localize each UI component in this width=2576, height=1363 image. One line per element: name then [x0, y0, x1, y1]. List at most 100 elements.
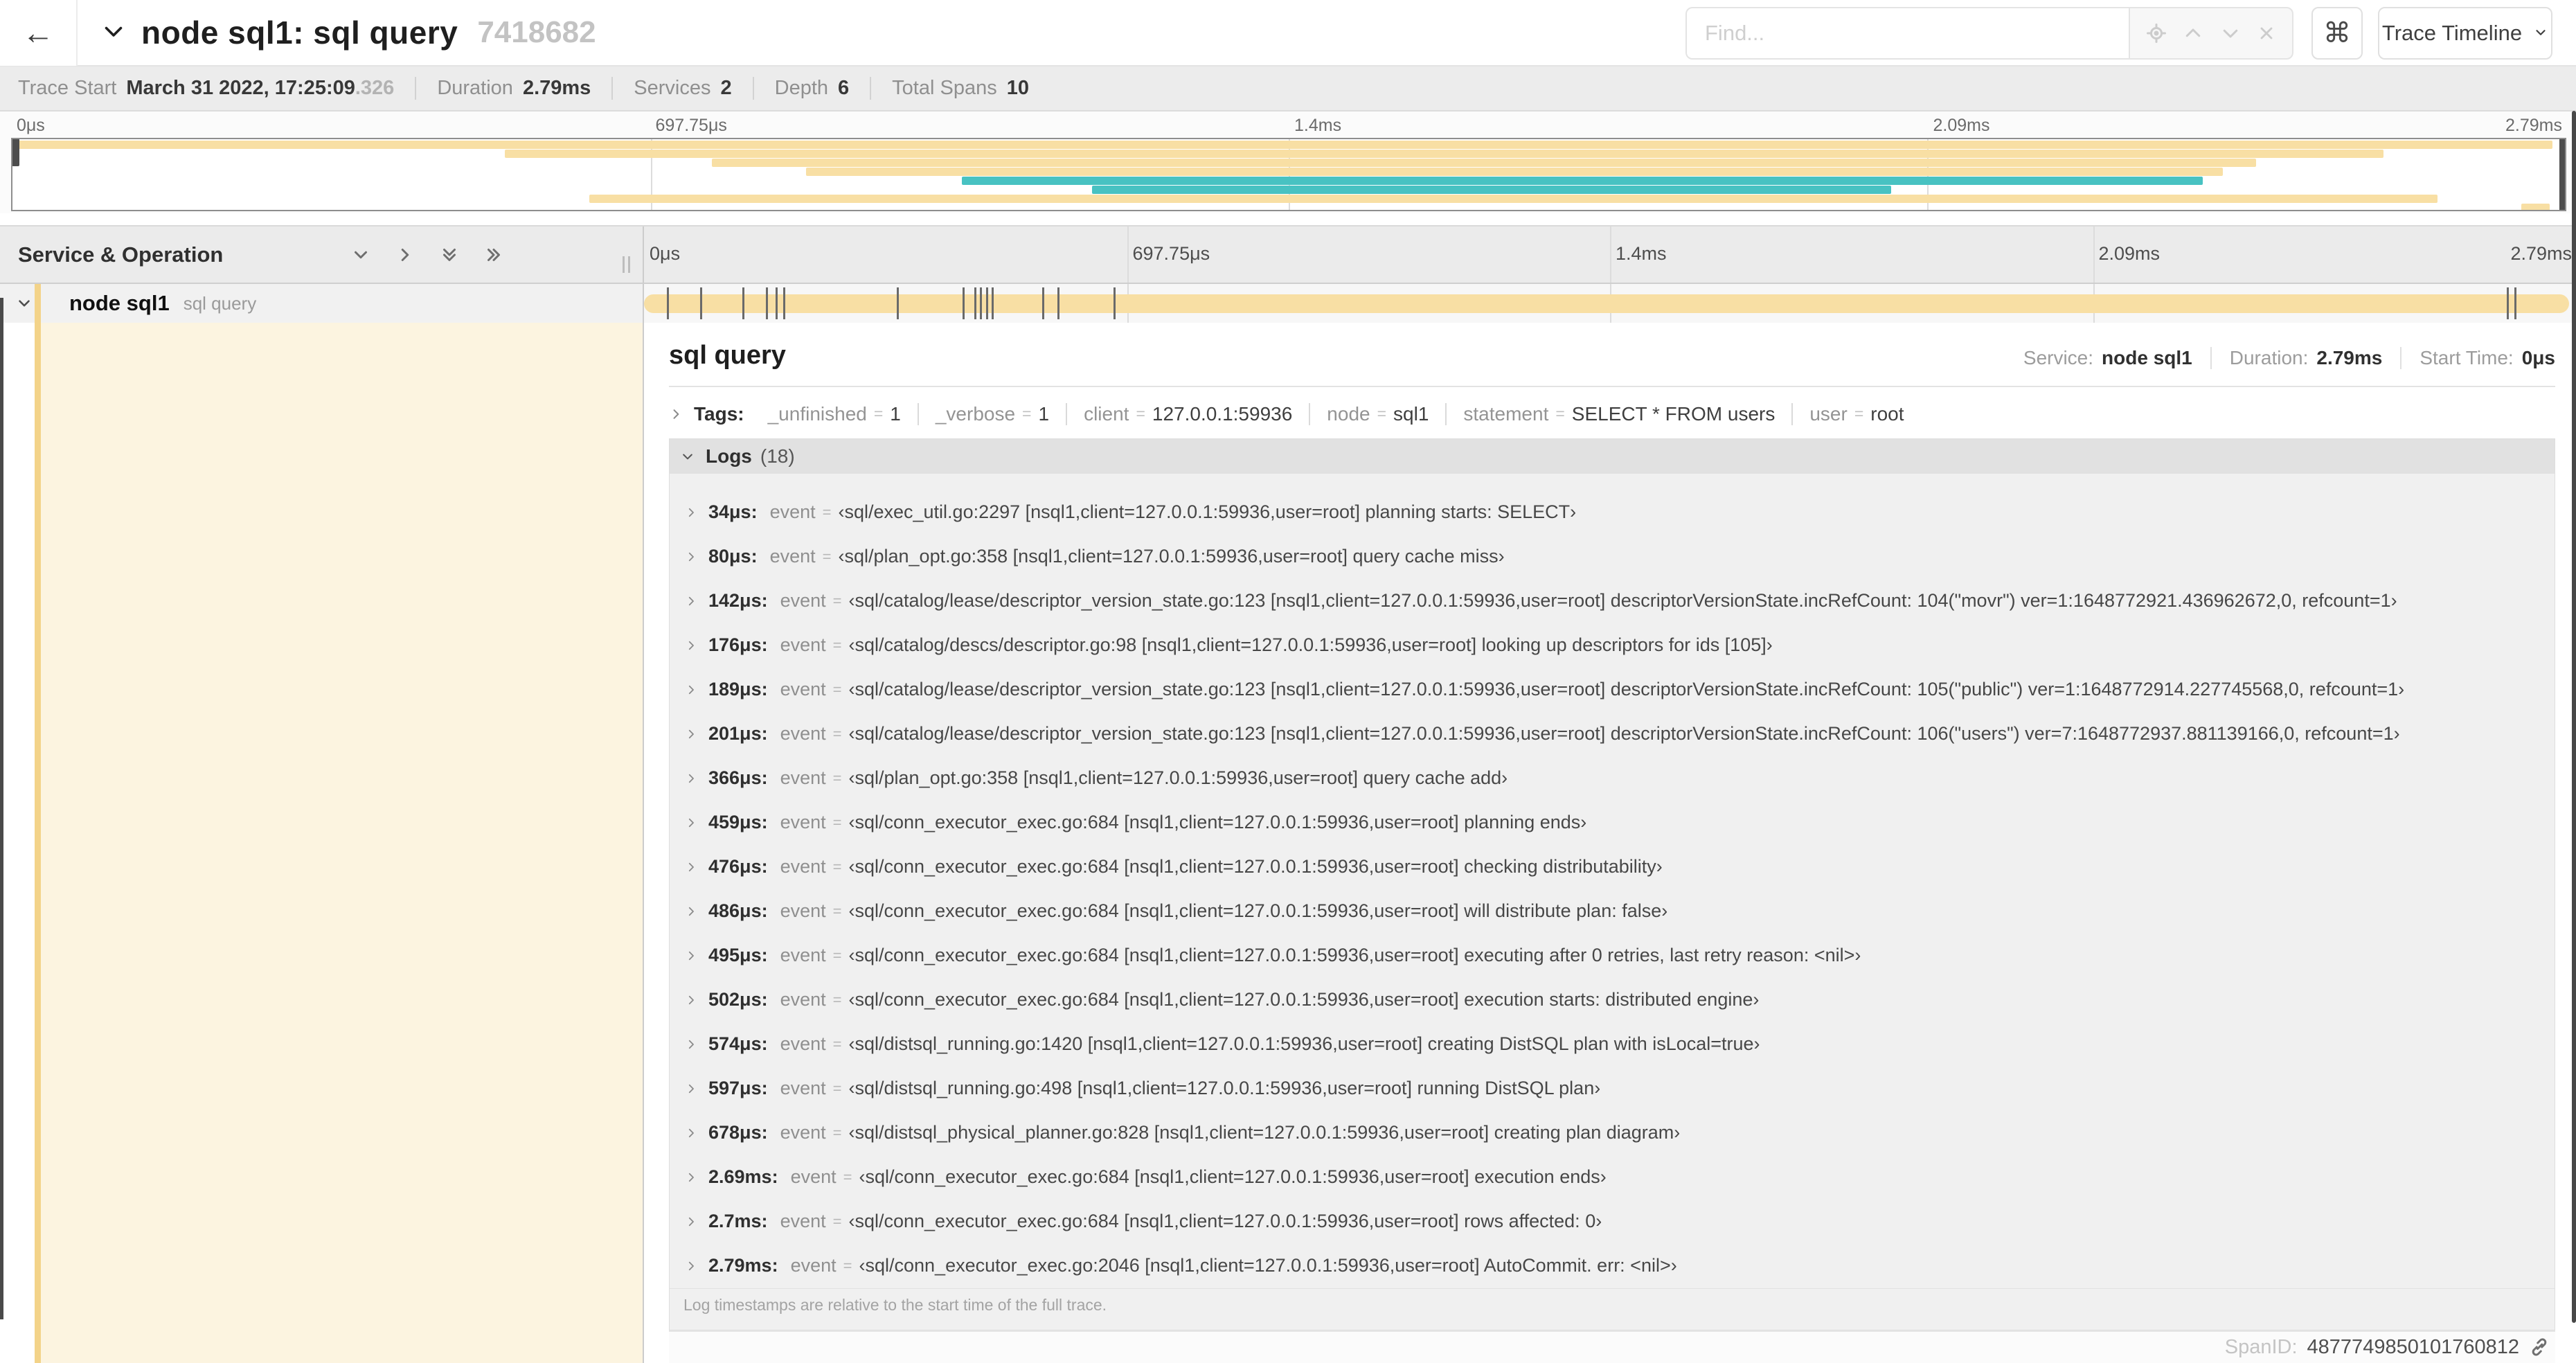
column-resize-handle[interactable] [623, 256, 630, 273]
span-operation-name: sql query [183, 292, 257, 314]
service-operation-header: Service & Operation [0, 226, 644, 283]
log-marker-tick[interactable] [742, 287, 745, 319]
log-field-value: ‹sql/plan_opt.go:358 [nsql1,client=127.0… [838, 546, 1505, 567]
log-marker-tick[interactable] [974, 287, 977, 319]
find-clear-icon[interactable] [2257, 24, 2276, 43]
log-entry[interactable]: 2.69ms: event = ‹sql/conn_executor_exec.… [670, 1155, 2555, 1200]
minimap-left-scrubber[interactable] [12, 139, 19, 166]
log-marker-tick[interactable] [2514, 287, 2516, 319]
chevron-right-icon [685, 950, 697, 962]
log-marker-tick[interactable] [775, 287, 778, 319]
log-entry[interactable]: 2.79ms: event = ‹sql/conn_executor_exec.… [670, 1244, 2555, 1288]
log-entry[interactable]: 495μs: event = ‹sql/conn_executor_exec.g… [670, 934, 2555, 978]
log-marker-tick[interactable] [992, 287, 994, 319]
log-marker-tick[interactable] [782, 287, 785, 319]
minimap-span-bar [12, 141, 2552, 149]
log-field-value: ‹sql/catalog/lease/descriptor_version_st… [848, 679, 2405, 700]
log-entry[interactable]: 476μs: event = ‹sql/conn_executor_exec.g… [670, 845, 2555, 889]
log-entry[interactable]: 459μs: event = ‹sql/conn_executor_exec.g… [670, 801, 2555, 845]
find-input[interactable] [1685, 7, 2129, 60]
chevron-right-icon [685, 994, 697, 1006]
log-entry[interactable]: 486μs: event = ‹sql/conn_executor_exec.g… [670, 889, 2555, 934]
tags-row[interactable]: Tags: _unfinished = 1 _verbose = 1 clien… [669, 401, 2555, 427]
log-field-value: ‹sql/conn_executor_exec.go:684 [nsql1,cl… [848, 856, 1663, 878]
log-entry[interactable]: 574μs: event = ‹sql/distsql_running.go:1… [670, 1022, 2555, 1067]
logs-header[interactable]: Logs (18) [670, 438, 2555, 474]
equals-sign: = [1377, 404, 1387, 423]
chevron-right-icon [685, 905, 697, 918]
chevron-down-icon [681, 449, 695, 463]
log-entry[interactable]: 189μs: event = ‹sql/catalog/lease/descri… [670, 668, 2555, 712]
log-marker-tick[interactable] [1057, 287, 1060, 319]
summary-value: 2 [720, 77, 732, 99]
expand-one-icon[interactable] [395, 244, 415, 265]
minimap-right-scrubber[interactable] [2559, 139, 2565, 210]
keyboard-shortcuts-button[interactable]: ⌘ [2311, 7, 2363, 60]
locate-icon[interactable] [2146, 23, 2167, 44]
log-entry[interactable]: 201μs: event = ‹sql/catalog/lease/descri… [670, 712, 2555, 756]
log-entry[interactable]: 678μs: event = ‹sql/distsql_physical_pla… [670, 1111, 2555, 1155]
log-entry[interactable]: 597μs: event = ‹sql/distsql_running.go:4… [670, 1067, 2555, 1111]
chevron-right-icon [685, 639, 697, 652]
log-field-value: ‹sql/catalog/lease/descriptor_version_st… [848, 723, 2400, 745]
tag-key: node [1327, 402, 1370, 425]
deep-link-icon[interactable] [2529, 1337, 2550, 1357]
collapse-all-icon[interactable] [439, 244, 460, 265]
log-marker-tick[interactable] [1113, 287, 1116, 319]
log-marker-tick[interactable] [897, 287, 900, 319]
equals-sign: = [843, 1168, 852, 1186]
log-entry[interactable]: 366μs: event = ‹sql/plan_opt.go:358 [nsq… [670, 756, 2555, 801]
back-arrow-icon: ← [22, 15, 54, 51]
log-entry[interactable]: 34μs: event = ‹sql/exec_util.go:2297 [ns… [670, 490, 2555, 535]
back-button[interactable]: ← [0, 0, 78, 66]
log-marker-tick[interactable] [699, 287, 702, 319]
trace-timeline-page: ← node sql1: sql query 7418682 Find... ⌘… [0, 0, 2576, 1363]
log-marker-tick[interactable] [963, 287, 965, 319]
log-field-key: event [780, 723, 826, 745]
span-row[interactable]: node sql1 sql query [0, 284, 2576, 323]
tag-value: 1 [890, 402, 901, 425]
minimap-span-bar [2521, 204, 2550, 210]
view-selector-button[interactable]: Trace Timeline [2378, 7, 2552, 60]
log-entry[interactable]: 502μs: event = ‹sql/conn_executor_exec.g… [670, 978, 2555, 1022]
collapse-title-chevron-icon[interactable] [101, 19, 126, 47]
find-prev-icon[interactable] [2183, 23, 2203, 44]
minimap-ruler: 0μs 697.75μs 1.4ms 2.09ms 2.79ms [11, 112, 2566, 138]
log-field-value: ‹sql/conn_executor_exec.go:684 [nsql1,cl… [848, 812, 1587, 833]
log-field-key: event [790, 1255, 837, 1276]
collapse-one-icon[interactable] [350, 244, 371, 265]
log-marker-tick[interactable] [980, 287, 983, 319]
log-entry[interactable]: 142μs: event = ‹sql/catalog/lease/descri… [670, 579, 2555, 623]
log-field-value: ‹sql/catalog/lease/descriptor_version_st… [848, 590, 2397, 612]
log-timestamp: 2.7ms: [708, 1211, 768, 1232]
page-title: node sql1: sql query [141, 15, 458, 51]
tag-item: client = 127.0.0.1:59936 [1066, 402, 1309, 425]
span-color-strip [35, 323, 41, 1363]
equals-sign: = [822, 547, 832, 565]
summary-item: Trace Start March 31 2022, 17:25:09 .326 [18, 77, 415, 100]
span-timeline-cell[interactable] [644, 284, 2576, 323]
span-duration-bar[interactable] [644, 294, 2569, 313]
left-edge-scrollbar[interactable] [0, 298, 3, 1319]
log-field-key: event [780, 767, 826, 789]
expand-all-icon[interactable] [483, 244, 504, 265]
find-next-icon[interactable] [2220, 23, 2241, 44]
vertical-scrollbar[interactable] [2572, 111, 2576, 1323]
log-entry[interactable]: 80μs: event = ‹sql/plan_opt.go:358 [nsql… [670, 535, 2555, 579]
log-entry[interactable]: 2.7ms: event = ‹sql/conn_executor_exec.g… [670, 1200, 2555, 1244]
minimap-canvas[interactable] [11, 138, 2566, 211]
log-marker-tick[interactable] [985, 287, 988, 319]
log-marker-tick[interactable] [1041, 287, 1044, 319]
logs-section: Logs (18) 34μs: event = ‹sql/exec_util.g… [669, 438, 2555, 1330]
log-field-value: ‹sql/conn_executor_exec.go:684 [nsql1,cl… [848, 945, 1861, 966]
timeline-header-row: Service & Operation 0μs 697.75μs 1.4ms 2… [0, 225, 2576, 284]
span-name-cell[interactable]: node sql1 sql query [0, 284, 644, 323]
log-marker-tick[interactable] [667, 287, 670, 319]
summary-item: Total Spans 10 [870, 77, 1050, 100]
log-marker-tick[interactable] [2506, 287, 2509, 319]
span-collapse-chevron-icon[interactable] [15, 294, 33, 312]
log-marker-tick[interactable] [765, 287, 768, 319]
span-meta-item: Duration: 2.79ms [2210, 347, 2382, 369]
log-entry[interactable]: 176μs: event = ‹sql/catalog/descs/descri… [670, 623, 2555, 668]
chevron-down-icon [2533, 21, 2548, 46]
